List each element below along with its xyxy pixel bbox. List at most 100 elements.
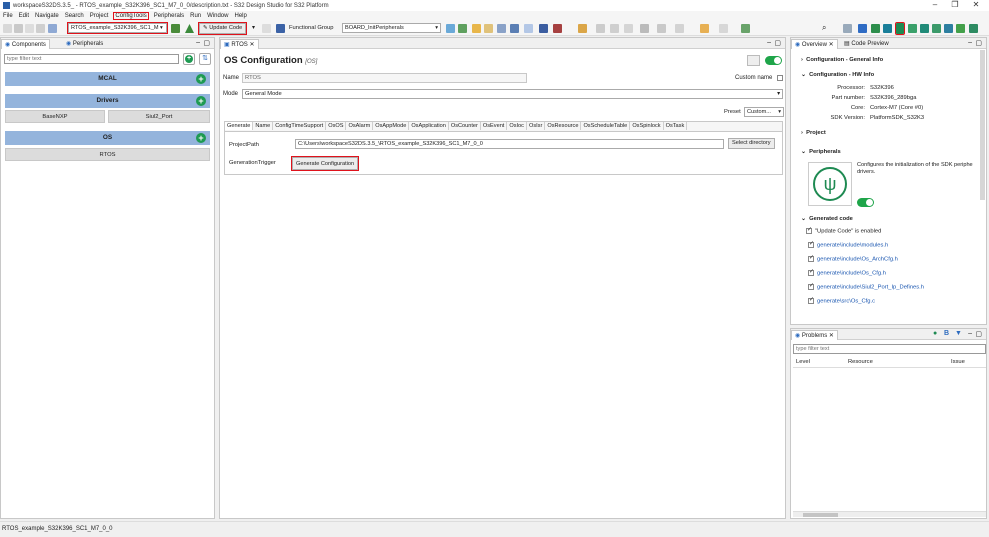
tab-problems[interactable]: ◉ Problems ✕: [791, 330, 838, 340]
perspective-icon[interactable]: [843, 24, 852, 33]
maximize-button[interactable]: ❐: [945, 0, 965, 9]
tab-osioc[interactable]: OsIoc: [507, 122, 527, 130]
generated-file-link[interactable]: generate\include\Os_ArchCfg.h: [817, 257, 898, 263]
generated-code-header[interactable]: ⌄ Generated code: [801, 216, 853, 222]
sort-components-button[interactable]: ⇅: [199, 53, 211, 65]
tab-osappmode[interactable]: OsAppMode: [373, 122, 410, 130]
component-filter-input[interactable]: [4, 54, 179, 64]
overview-scrollbar[interactable]: [980, 50, 985, 200]
component-docs-button[interactable]: [747, 55, 760, 66]
tab-overview[interactable]: ◉ Overview ✕: [791, 39, 838, 49]
select-directory-button[interactable]: Select directory: [728, 138, 775, 149]
update-code-button[interactable]: ✎ Update Code: [197, 22, 248, 35]
generated-file-link[interactable]: generate\include\Siul2_Port_Ip_Defines.h: [817, 285, 924, 291]
nav-forward-icon[interactable]: [719, 24, 728, 33]
name-field[interactable]: RTOS: [242, 73, 527, 83]
open-external-icon[interactable]: [741, 24, 750, 33]
trace-icon[interactable]: [969, 24, 978, 33]
last-edit-icon[interactable]: [640, 24, 649, 33]
tab-osresource[interactable]: OsResource: [545, 122, 582, 130]
forward-icon[interactable]: [675, 24, 684, 33]
funnel-icon[interactable]: ▼: [955, 330, 962, 337]
component-basenxp[interactable]: BaseNXP: [5, 110, 105, 123]
menu-window[interactable]: Window: [207, 13, 228, 19]
tab-oscounter[interactable]: OsCounter: [449, 122, 481, 130]
maximize-panel-icon[interactable]: ▢: [203, 39, 210, 47]
device-config-icon[interactable]: [908, 24, 917, 33]
config-hw-header[interactable]: ⌄ Configuration - HW Info: [801, 72, 874, 78]
section-drivers[interactable]: Drivers +: [5, 94, 210, 108]
menu-configtools[interactable]: ConfigTools: [113, 12, 149, 20]
menu-project[interactable]: Project: [90, 13, 109, 19]
functional-group-combo[interactable]: BOARD_InitPeripherals ▾: [342, 23, 441, 33]
preset-select[interactable]: Custom... ▾: [744, 107, 784, 117]
config-general-header[interactable]: › Configuration - General Info: [801, 57, 883, 63]
ivt-icon[interactable]: [920, 24, 929, 33]
enable-toggle[interactable]: [765, 56, 782, 65]
tab-osisr[interactable]: OsIsr: [527, 122, 546, 130]
search-icon[interactable]: ⌕: [822, 23, 826, 33]
highlight-icon[interactable]: [578, 24, 587, 33]
tab-ostask[interactable]: OsTask: [664, 122, 688, 130]
problems-filter-input[interactable]: [793, 344, 986, 354]
section-mcal[interactable]: MCAL +: [5, 72, 210, 86]
save-all-icon[interactable]: [25, 24, 34, 33]
home-icon[interactable]: [171, 24, 180, 33]
group-icon[interactable]: [446, 24, 455, 33]
peripherals-tool-icon[interactable]: [895, 22, 905, 35]
maximize-editor-icon[interactable]: ▢: [774, 39, 781, 47]
report-icon[interactable]: [262, 24, 271, 33]
tab-generate[interactable]: Generate: [225, 122, 254, 130]
maximize-overview-icon[interactable]: ▢: [975, 39, 982, 47]
undo-icon[interactable]: [472, 24, 481, 33]
tab-osos[interactable]: OsOS: [326, 122, 347, 130]
project-path-input[interactable]: C:\Users\workspaceS32DS.3.5_\RTOS_exampl…: [295, 139, 724, 149]
functions-icon[interactable]: [458, 24, 467, 33]
generated-file-link[interactable]: generate\include\modules.h: [817, 243, 888, 249]
back-icon[interactable]: [657, 24, 666, 33]
peripherals-tile[interactable]: ψ: [808, 162, 852, 206]
lightbulb-icon[interactable]: ●: [933, 330, 937, 337]
add-os-icon[interactable]: +: [196, 133, 206, 143]
close-button[interactable]: ✕: [966, 0, 986, 9]
menu-run[interactable]: Run: [190, 13, 201, 19]
update-code-enabled-row[interactable]: "Update Code" is enabled: [806, 226, 881, 235]
menu-help[interactable]: Help: [234, 13, 246, 19]
tab-osapplication[interactable]: OsApplication: [409, 122, 449, 130]
close-overview-icon[interactable]: ✕: [829, 42, 834, 48]
ddr-tool-icon[interactable]: [883, 24, 892, 33]
tab-peripherals[interactable]: ◉ Peripherals: [63, 39, 106, 49]
next-annotation-icon[interactable]: [596, 24, 605, 33]
tab-configtimesupport[interactable]: ConfigTimeSupport: [273, 122, 327, 130]
print-icon[interactable]: [36, 24, 45, 33]
dcd-icon[interactable]: [932, 24, 941, 33]
close-problems-icon[interactable]: ✕: [829, 333, 834, 339]
minimize-problems-icon[interactable]: –: [968, 330, 972, 337]
tab-code-preview[interactable]: ▤ Code Preview: [841, 39, 892, 49]
component-siul2-port[interactable]: Siul2_Port: [108, 110, 210, 123]
save-icon[interactable]: [14, 24, 23, 33]
section-os[interactable]: OS +: [5, 131, 210, 145]
copy-icon[interactable]: [497, 24, 506, 33]
peripherals-toggle[interactable]: [857, 198, 874, 207]
console-icon[interactable]: [524, 24, 533, 33]
tab-osscheduletable[interactable]: OsScheduleTable: [581, 122, 631, 130]
minimize-editor-icon[interactable]: –: [767, 39, 771, 46]
build-icon[interactable]: [48, 24, 57, 33]
tab-components[interactable]: ◉ Components: [1, 39, 50, 49]
minimize-panel-icon[interactable]: –: [196, 39, 200, 46]
custom-name-checkbox[interactable]: [777, 75, 783, 82]
update-code-dropdown-icon[interactable]: ▾: [252, 24, 255, 31]
security-icon[interactable]: [956, 24, 965, 33]
menu-edit[interactable]: Edit: [19, 13, 29, 19]
project-combo[interactable]: RTOS_example_S32K396_SC1_M ▾: [67, 22, 168, 34]
column-issue[interactable]: Issue: [951, 359, 965, 365]
redo-icon[interactable]: [484, 24, 493, 33]
mode-select[interactable]: General Mode ▾: [242, 89, 783, 99]
generated-file-link[interactable]: generate\src\Os_Cfg.c: [817, 299, 875, 305]
column-level[interactable]: Level: [796, 359, 810, 365]
new-icon[interactable]: [3, 24, 12, 33]
component-rtos[interactable]: RTOS: [5, 148, 210, 161]
maximize-problems-icon[interactable]: ▢: [975, 330, 982, 338]
update-code-checkbox[interactable]: [806, 226, 812, 234]
